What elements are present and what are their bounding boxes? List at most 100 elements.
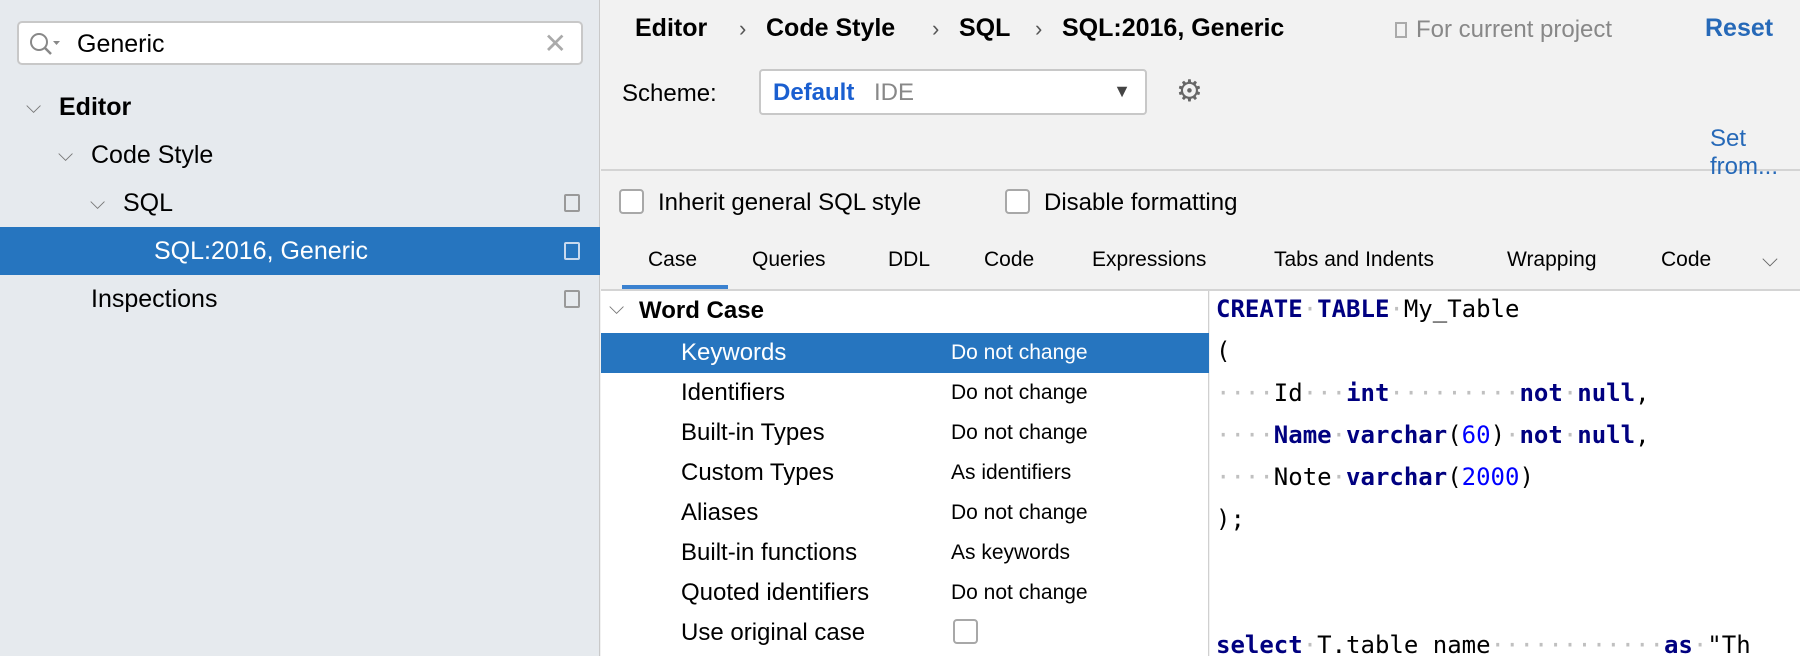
option-value-dropdown[interactable]: As identifiers: [951, 461, 1071, 485]
section-title: Word Case: [639, 297, 764, 324]
breadcrumb-separator: ›: [739, 16, 747, 41]
option-value-dropdown[interactable]: Do not change: [951, 341, 1088, 365]
tab-expressions[interactable]: Expressions: [1092, 248, 1206, 272]
tree-item-editor[interactable]: ⌵ Editor: [0, 83, 600, 131]
section-word-case[interactable]: ⌵ Word Case: [601, 291, 1209, 331]
chevron-down-icon[interactable]: ⌵: [609, 297, 624, 320]
option-value-dropdown[interactable]: Do not change: [951, 501, 1088, 525]
use-original-case-checkbox[interactable]: [953, 619, 978, 644]
tree-label: Code Style: [91, 140, 214, 169]
code-token: as: [1663, 631, 1693, 656]
code-token: Id: [1273, 379, 1303, 407]
code-token: ·: [1389, 295, 1404, 323]
scheme-name: Default: [773, 79, 855, 106]
option-row[interactable]: Quoted identifiers Do not change: [601, 573, 1209, 613]
word-case-list: ⌵ Word Case Keywords Do not change Identif…: [601, 291, 1209, 656]
option-row[interactable]: Custom Types As identifiers: [601, 453, 1209, 493]
code-token: ·: [1692, 631, 1708, 656]
tree-item-sql[interactable]: ⌵ SQL: [0, 179, 600, 227]
settings-sidebar: Generic ✕ ⌵ Editor ⌵ Code Style ⌵ SQL SQ…: [0, 0, 600, 656]
code-token: ·: [1562, 421, 1578, 449]
code-line: select·T.table_name············as·"Th: [1216, 631, 1751, 656]
code-token: varchar: [1346, 463, 1448, 491]
code-token: null: [1577, 379, 1636, 407]
code-token: ············: [1490, 631, 1664, 656]
code-token: ,: [1635, 421, 1650, 449]
option-row[interactable]: Built-in functions As keywords: [601, 533, 1209, 573]
reset-link[interactable]: Reset: [1705, 14, 1773, 43]
code-token: (: [1447, 463, 1462, 491]
scheme-type: IDE: [874, 79, 915, 106]
more-tabs-chevron-icon[interactable]: ⌵: [1762, 248, 1778, 272]
tab-wrapping[interactable]: Wrapping: [1507, 248, 1597, 272]
option-value-dropdown[interactable]: Do not change: [951, 381, 1088, 405]
option-row[interactable]: Use original case: [601, 613, 1209, 653]
code-token: ·: [1331, 421, 1347, 449]
code-token: null: [1577, 421, 1636, 449]
tree-label: Inspections: [91, 284, 218, 313]
code-token: ·: [1302, 295, 1318, 323]
code-token: ·········: [1389, 379, 1520, 407]
option-value-dropdown[interactable]: As keywords: [951, 541, 1070, 565]
code-token: select: [1216, 631, 1303, 656]
tab-case[interactable]: Case: [648, 248, 697, 272]
search-value: Generic: [77, 30, 165, 58]
tab-code-2[interactable]: Code: [1661, 248, 1711, 272]
for-current-project-label: For current project: [1416, 16, 1613, 43]
search-icon: [30, 33, 60, 55]
chevron-down-icon[interactable]: ⌵: [90, 192, 105, 215]
code-line: ····Note·varchar(2000): [1216, 463, 1534, 505]
code-token: ····: [1216, 379, 1274, 407]
breadcrumb-sql[interactable]: SQL: [959, 14, 1010, 43]
code-token: 2000: [1461, 463, 1520, 491]
option-name: Built-in Types: [681, 419, 825, 446]
code-line: ····Name·varchar(60)·not·null,: [1216, 421, 1650, 463]
tree-item-inspections[interactable]: Inspections: [0, 275, 600, 323]
search-input[interactable]: Generic ✕: [17, 21, 583, 65]
code-token: 60: [1461, 421, 1491, 449]
scheme-dropdown[interactable]: Default IDE ▼: [759, 69, 1147, 115]
tab-tabs-and-indents[interactable]: Tabs and Indents: [1274, 248, 1434, 272]
tree-item-sql2016-generic[interactable]: SQL:2016, Generic: [0, 227, 600, 275]
option-row[interactable]: Keywords Do not change: [601, 333, 1209, 373]
code-token: Name: [1273, 421, 1332, 449]
settings-header: Editor › Code Style › SQL › SQL:2016, Ge…: [601, 0, 1800, 180]
code-token: not: [1519, 379, 1563, 407]
breadcrumb-separator: ›: [932, 16, 940, 41]
option-name: Built-in functions: [681, 539, 858, 566]
code-token: TABLE: [1317, 295, 1390, 323]
tree-item-code-style[interactable]: ⌵ Code Style: [0, 131, 600, 179]
scheme-label: Scheme:: [622, 80, 717, 107]
code-line: (: [1216, 337, 1230, 379]
code-token: );: [1216, 505, 1245, 533]
code-token: CREATE: [1216, 295, 1303, 323]
option-row[interactable]: Aliases Do not change: [601, 493, 1209, 533]
code-token: ·: [1505, 421, 1520, 449]
code-token: Note: [1273, 463, 1332, 491]
set-from-link[interactable]: Set from...: [1710, 125, 1800, 181]
option-name: Use original case: [681, 619, 866, 646]
tree-label: SQL: [123, 188, 174, 217]
option-name: Quoted identifiers: [681, 579, 870, 606]
clear-icon[interactable]: ✕: [544, 27, 567, 60]
option-value-dropdown[interactable]: Do not change: [951, 421, 1088, 445]
breadcrumb-code-style[interactable]: Code Style: [766, 14, 895, 43]
chevron-down-icon[interactable]: ⌵: [58, 144, 73, 167]
option-row[interactable]: Identifiers Do not change: [601, 373, 1209, 413]
gear-icon[interactable]: ⚙: [1176, 74, 1203, 109]
code-token: (: [1447, 421, 1462, 449]
option-value-dropdown[interactable]: Do not change: [951, 581, 1088, 605]
option-row[interactable]: Built-in Types Do not change: [601, 413, 1209, 453]
code-token: ·: [1331, 463, 1347, 491]
disable-formatting-checkbox[interactable]: [1005, 189, 1030, 214]
code-token: (: [1216, 337, 1231, 365]
dropdown-arrow-icon: ▼: [1113, 81, 1131, 101]
tree-label: Editor: [59, 92, 132, 121]
breadcrumb-editor[interactable]: Editor: [635, 14, 707, 43]
inherit-sql-style-checkbox[interactable]: [619, 189, 644, 214]
tab-queries[interactable]: Queries: [752, 248, 826, 272]
chevron-down-icon[interactable]: ⌵: [26, 96, 41, 119]
tab-code[interactable]: Code: [984, 248, 1034, 272]
tab-ddl[interactable]: DDL: [888, 248, 930, 272]
option-name: Identifiers: [681, 379, 786, 406]
